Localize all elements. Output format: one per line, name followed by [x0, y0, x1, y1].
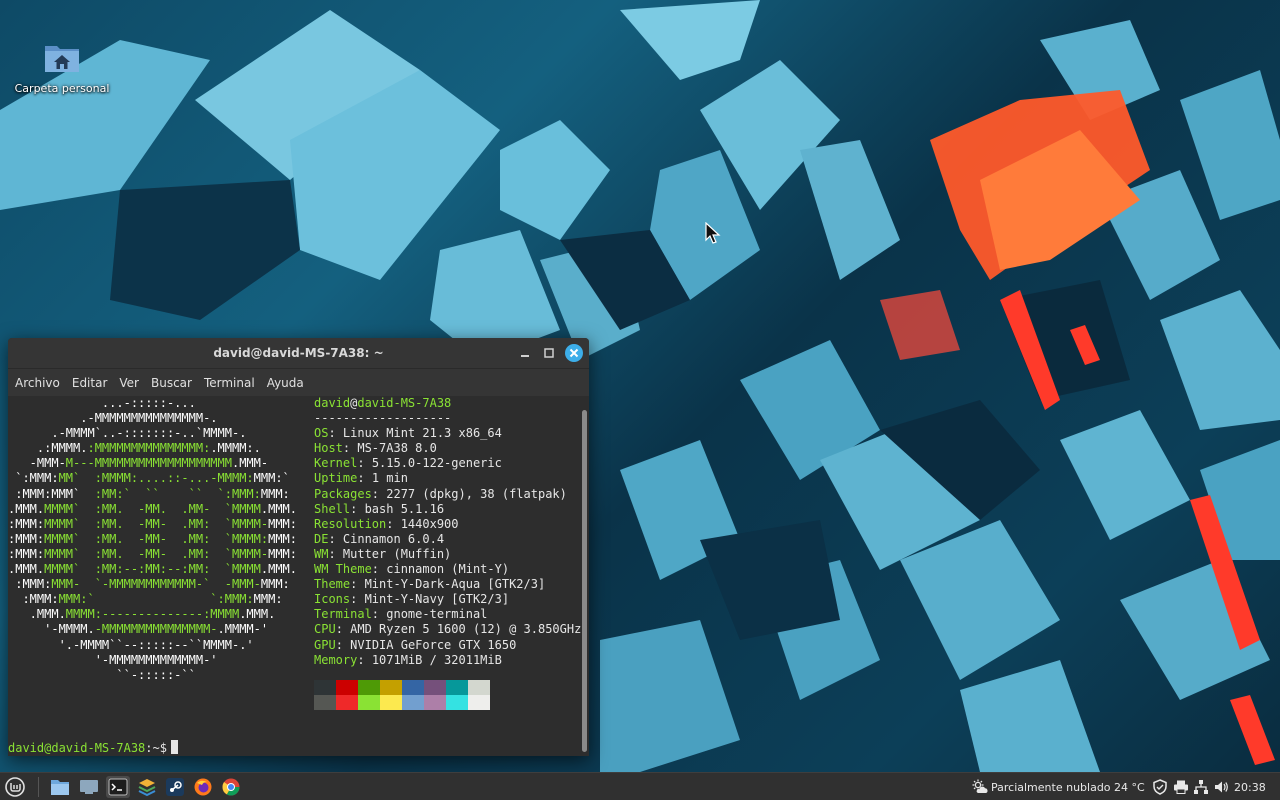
palette-swatch — [402, 680, 424, 695]
printer-icon — [1174, 780, 1188, 794]
terminal-output[interactable]: ...-:::::-... .-MMMMMMMMMMMMMMM-. .-MMMM… — [8, 396, 581, 756]
maximize-icon — [544, 348, 554, 358]
palette-swatch — [336, 695, 358, 710]
menu-editar[interactable]: Editar — [72, 376, 108, 390]
menu-buscar[interactable]: Buscar — [151, 376, 192, 390]
menu-terminal[interactable]: Terminal — [204, 376, 255, 390]
shield-tray[interactable] — [1152, 773, 1168, 800]
color-palette-bright — [314, 695, 490, 710]
weather-icon — [972, 779, 988, 793]
scrollbar-thumb[interactable] — [582, 410, 587, 752]
minimize-icon — [521, 355, 529, 357]
terminal-scrollbar[interactable] — [581, 396, 589, 756]
terminal-window[interactable]: david@david-MS-7A38: ~ Archivo Editar Ve… — [8, 338, 589, 756]
palette-swatch — [446, 680, 468, 695]
palette-swatch — [358, 680, 380, 695]
firefox-button[interactable] — [191, 776, 215, 798]
minimize-button[interactable] — [516, 344, 534, 362]
menu-ayuda[interactable]: Ayuda — [267, 376, 304, 390]
palette-swatch — [468, 695, 490, 710]
show-desktop-icon — [80, 780, 98, 794]
desktop-icon-home[interactable]: Carpeta personal — [10, 42, 114, 95]
terminal-titlebar[interactable]: david@david-MS-7A38: ~ — [8, 338, 589, 369]
palette-swatch — [380, 680, 402, 695]
files-icon — [51, 780, 69, 795]
close-button[interactable] — [565, 344, 583, 362]
palette-swatch — [336, 680, 358, 695]
layers-app-button[interactable] — [135, 776, 159, 798]
chrome-button[interactable] — [219, 776, 243, 798]
steam-icon — [166, 778, 184, 796]
color-palette-dark — [314, 680, 490, 695]
network-tray[interactable] — [1193, 773, 1209, 800]
system-info: david@david-MS-7A38 ------------------- … — [314, 396, 582, 667]
palette-swatch — [424, 695, 446, 710]
clock-applet[interactable]: 20:38 — [1234, 773, 1266, 800]
clock-text: 20:38 — [1234, 780, 1266, 794]
terminal-menubar: Archivo Editar Ver Buscar Terminal Ayuda — [8, 369, 589, 397]
terminal-icon — [108, 778, 128, 796]
palette-swatch — [314, 680, 336, 695]
volume-tray[interactable] — [1213, 773, 1229, 800]
palette-swatch — [358, 695, 380, 710]
files-button[interactable] — [48, 776, 72, 798]
weather-applet[interactable]: Parcialmente nublado 24 °C — [972, 773, 1145, 800]
menu-ver[interactable]: Ver — [119, 376, 139, 390]
mint-menu-icon — [5, 777, 25, 797]
palette-swatch — [402, 695, 424, 710]
menu-archivo[interactable]: Archivo — [15, 376, 60, 390]
palette-swatch — [380, 695, 402, 710]
terminal-taskbar-button[interactable] — [106, 776, 130, 798]
palette-swatch — [468, 680, 490, 695]
mint-ascii-logo: ...-:::::-... .-MMMMMMMMMMMMMMM-. .-MMMM… — [8, 396, 297, 682]
shield-icon — [1153, 779, 1167, 795]
mint-menu-button[interactable] — [3, 776, 27, 798]
network-icon — [1194, 780, 1208, 794]
layers-app-icon — [138, 779, 156, 797]
home-folder-icon — [43, 42, 81, 74]
palette-swatch — [314, 695, 336, 710]
mouse-pointer-icon — [705, 222, 721, 244]
close-icon — [569, 348, 579, 358]
text-cursor — [170, 740, 178, 754]
maximize-button[interactable] — [540, 344, 558, 362]
palette-swatch — [424, 680, 446, 695]
volume-icon — [1215, 781, 1228, 793]
taskbar: Parcialmente nublado 24 °C 20:38 — [0, 772, 1280, 800]
firefox-icon — [194, 778, 212, 796]
desktop-icon-label: Carpeta personal — [14, 82, 110, 95]
weather-text: Parcialmente nublado 24 °C — [991, 780, 1145, 794]
show-desktop-button[interactable] — [77, 776, 101, 798]
window-title: david@david-MS-7A38: ~ — [213, 346, 384, 360]
palette-swatch — [446, 695, 468, 710]
printer-tray[interactable] — [1173, 773, 1189, 800]
shell-prompt[interactable]: david@david-MS-7A38:~$ — [8, 740, 178, 756]
steam-button[interactable] — [163, 776, 187, 798]
chrome-icon — [222, 778, 240, 796]
